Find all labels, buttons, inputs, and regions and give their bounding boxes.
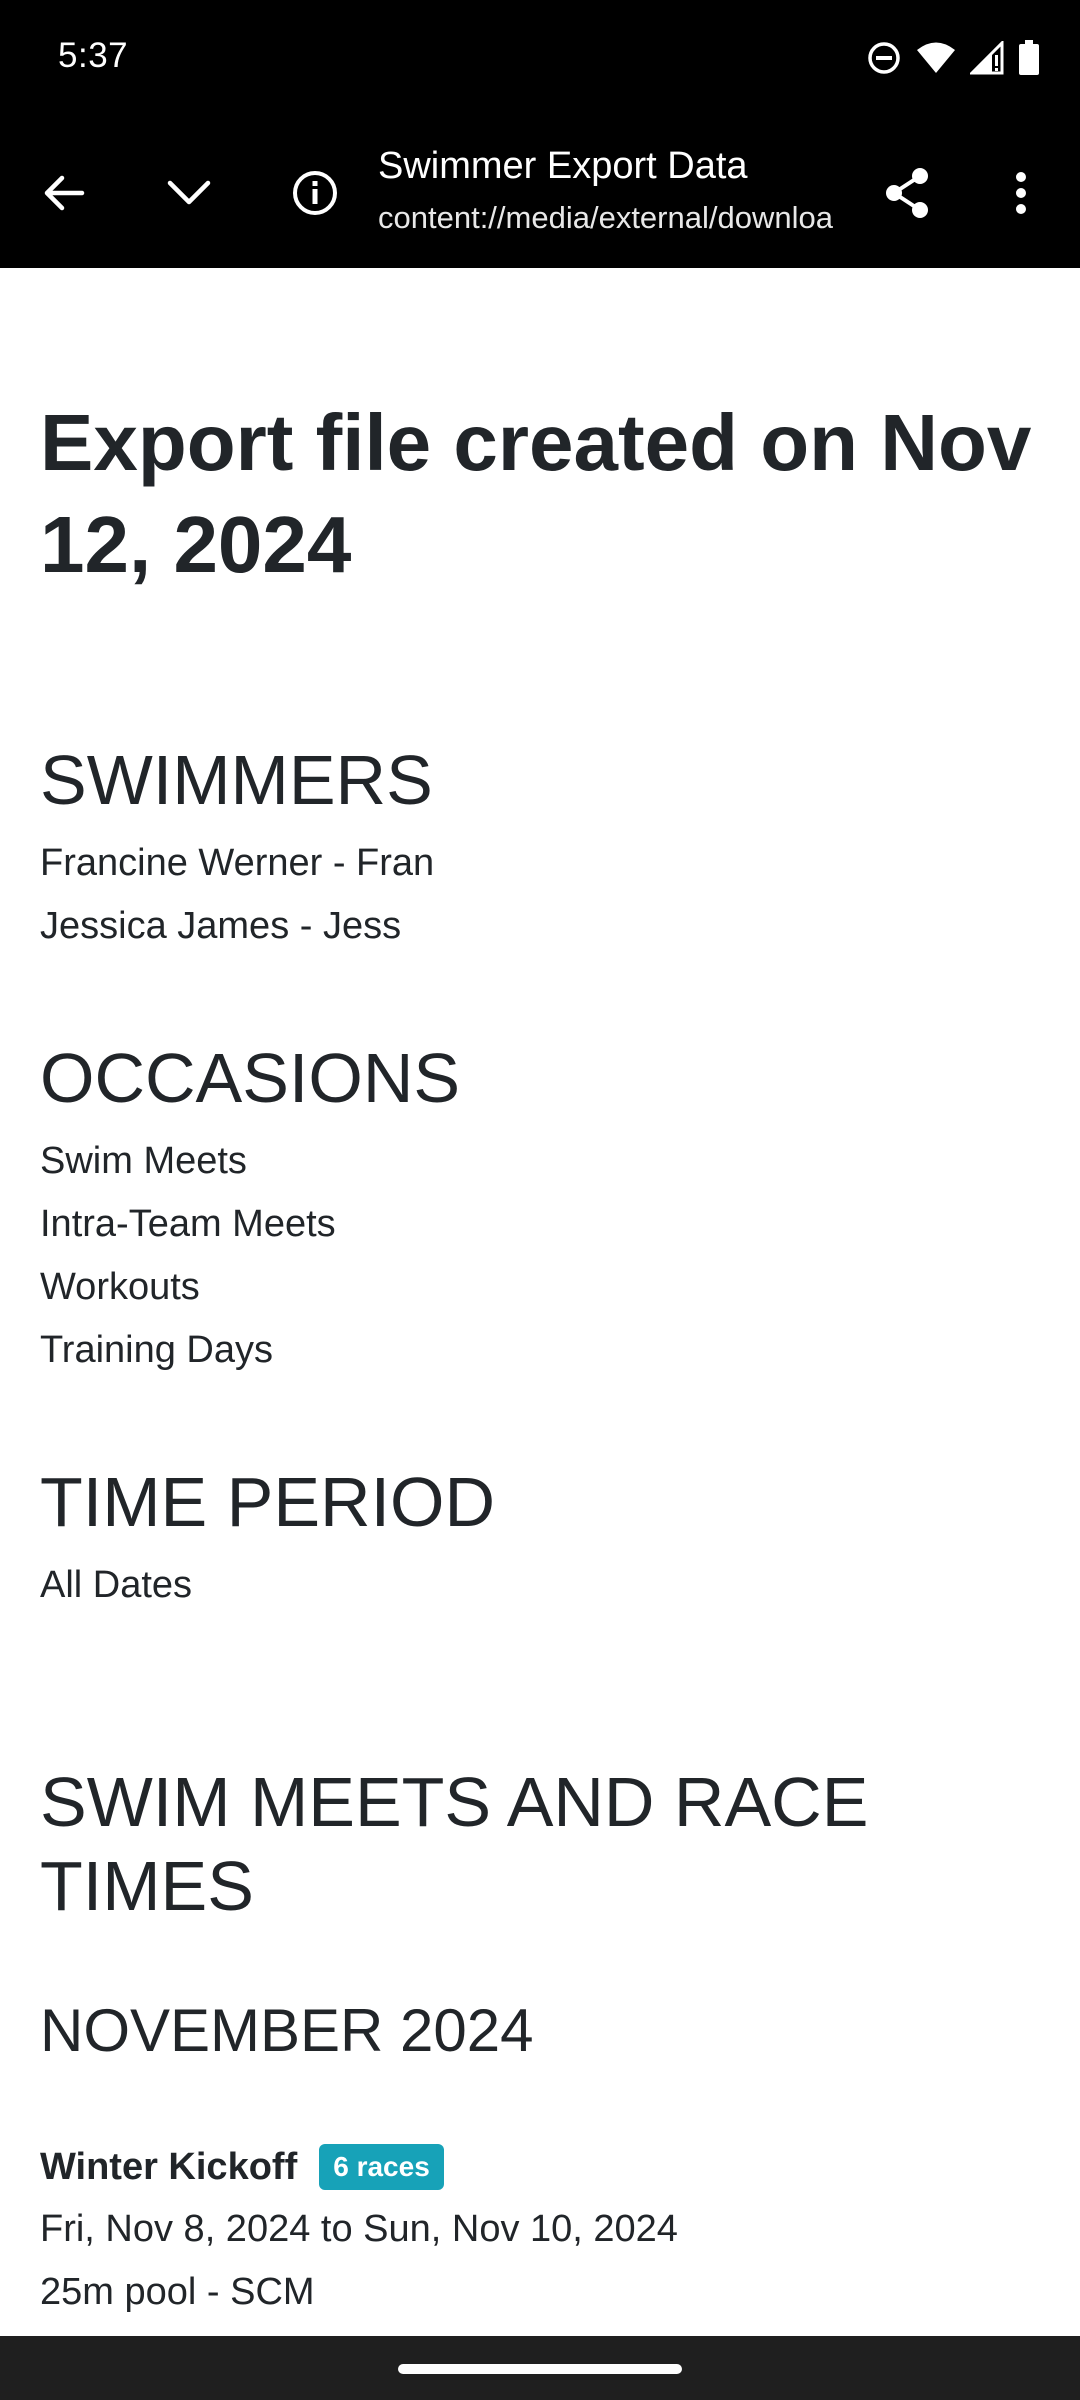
list-item: Workouts xyxy=(40,1266,200,1308)
share-icon xyxy=(886,168,928,218)
swimmers-list: Francine Werner - Fran Jessica James - J… xyxy=(40,832,434,958)
info-icon xyxy=(293,171,337,215)
toolbar-title-area[interactable]: Swimmer Export Data content://media/exte… xyxy=(378,142,848,240)
swimmers-heading: SWIMMERS xyxy=(40,741,433,819)
navigation-bar xyxy=(0,2336,1080,2400)
back-button[interactable] xyxy=(26,156,100,230)
list-item: Francine Werner - Fran xyxy=(40,842,435,884)
share-button[interactable] xyxy=(870,156,944,230)
wifi-icon xyxy=(917,42,955,73)
swim-meets-heading: SWIM MEETS AND RACE TIMES xyxy=(40,1763,869,1925)
race-count-badge: 6 races xyxy=(319,2144,444,2190)
time-period-list: All Dates xyxy=(40,1554,192,1617)
gesture-handle[interactable] xyxy=(398,2364,682,2374)
occasions-list: Swim Meets Intra-Team Meets Workouts Tra… xyxy=(40,1130,336,1382)
do-not-disturb-icon xyxy=(868,42,900,74)
list-item: Intra-Team Meets xyxy=(40,1203,336,1245)
info-button[interactable] xyxy=(278,156,352,230)
viewer-toolbar: Swimmer Export Data content://media/exte… xyxy=(0,118,1080,268)
list-item: Jessica James - Jess xyxy=(40,905,402,947)
meet-name: Winter Kickoff xyxy=(40,2145,298,2188)
list-item: All Dates xyxy=(40,1564,193,1606)
meet-pool: 25m pool - SCM xyxy=(40,2271,315,2313)
more-vert-icon xyxy=(1016,172,1026,214)
status-icons xyxy=(866,36,1040,80)
list-item: Swim Meets xyxy=(40,1140,247,1182)
meet-title-row: Winter Kickoff 6 races xyxy=(40,2144,444,2190)
list-item: Training Days xyxy=(40,1329,274,1371)
chevron-down-icon xyxy=(167,180,211,205)
signal-icon xyxy=(970,41,1004,75)
collapse-button[interactable] xyxy=(152,156,226,230)
export-heading: Export file created on Nov 12, 2024 xyxy=(40,398,1032,589)
meet-dates: Fri, Nov 8, 2024 to Sun, Nov 10, 2024 xyxy=(40,2208,678,2250)
time-period-heading: TIME PERIOD xyxy=(40,1463,496,1541)
occasions-heading: OCCASIONS xyxy=(40,1039,461,1117)
status-time: 5:37 xyxy=(58,36,129,75)
back-arrow-icon xyxy=(44,175,85,211)
battery-icon xyxy=(1019,40,1039,75)
document-title: Swimmer Export Data xyxy=(378,145,748,187)
more-options-button[interactable] xyxy=(984,156,1058,230)
status-bar: 5:37 xyxy=(0,0,1080,118)
document-url: content://media/external/downloa xyxy=(378,200,833,235)
month-heading: NOVEMBER 2024 xyxy=(40,1997,534,2064)
